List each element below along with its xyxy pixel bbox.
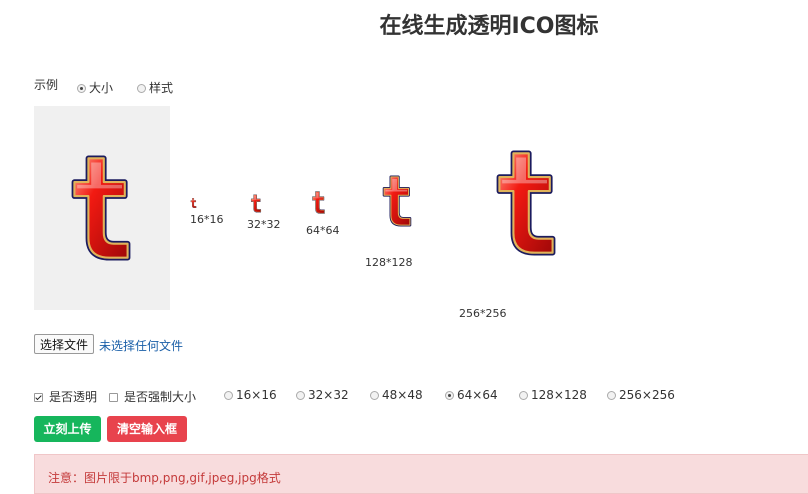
example-option-size[interactable]: 大小	[77, 79, 113, 96]
checkbox[interactable]	[109, 393, 118, 402]
letter-t-icon	[380, 166, 414, 236]
size-option-48[interactable]: 48×48	[370, 388, 423, 402]
size-label-256: 256*256	[459, 307, 507, 320]
size-label-128: 128*128	[365, 256, 413, 269]
size-label-64: 64*64	[306, 224, 340, 237]
upload-button[interactable]: 立刻上传	[34, 416, 101, 442]
notice-text: 注意：图片限于bmp,png,gif,jpeg,jpg格式	[48, 471, 281, 485]
size-label-16: 16*16	[190, 213, 224, 226]
example-label: 示例	[34, 78, 59, 92]
force-size-option[interactable]: 是否强制大小	[109, 388, 196, 405]
file-status: 未选择任何文件	[99, 339, 184, 353]
choose-file-button[interactable]: 选择文件	[34, 334, 94, 354]
size-option-128[interactable]: 128×128	[519, 388, 587, 402]
letter-t-icon	[190, 198, 197, 208]
letter-t-icon	[250, 194, 262, 213]
radio-button[interactable]	[137, 84, 146, 93]
letter-t-icon	[491, 134, 561, 272]
radio-button[interactable]	[296, 391, 305, 400]
clear-button[interactable]: 清空输入框	[107, 416, 187, 442]
radio-button[interactable]	[445, 391, 454, 400]
size-option-64[interactable]: 64×64	[445, 388, 498, 402]
checkbox[interactable]	[34, 393, 43, 402]
radio-button[interactable]	[519, 391, 528, 400]
radio-button[interactable]	[607, 391, 616, 400]
radio-button[interactable]	[370, 391, 379, 400]
transparent-option[interactable]: 是否透明	[34, 388, 97, 405]
size-option-256[interactable]: 256×256	[607, 388, 675, 402]
size-option-16[interactable]: 16×16	[224, 388, 277, 402]
letter-t-icon	[311, 188, 326, 217]
size-option-32[interactable]: 32×32	[296, 388, 349, 402]
radio-button[interactable]	[77, 84, 86, 93]
page-title: 在线生成透明ICO图标	[379, 14, 599, 39]
radio-button[interactable]	[224, 391, 233, 400]
letter-t-icon	[66, 138, 136, 278]
example-option-style[interactable]: 样式	[137, 79, 173, 96]
size-label-32: 32*32	[247, 218, 281, 231]
notice-box: 注意：图片限于bmp,png,gif,jpeg,jpg格式	[34, 454, 808, 494]
